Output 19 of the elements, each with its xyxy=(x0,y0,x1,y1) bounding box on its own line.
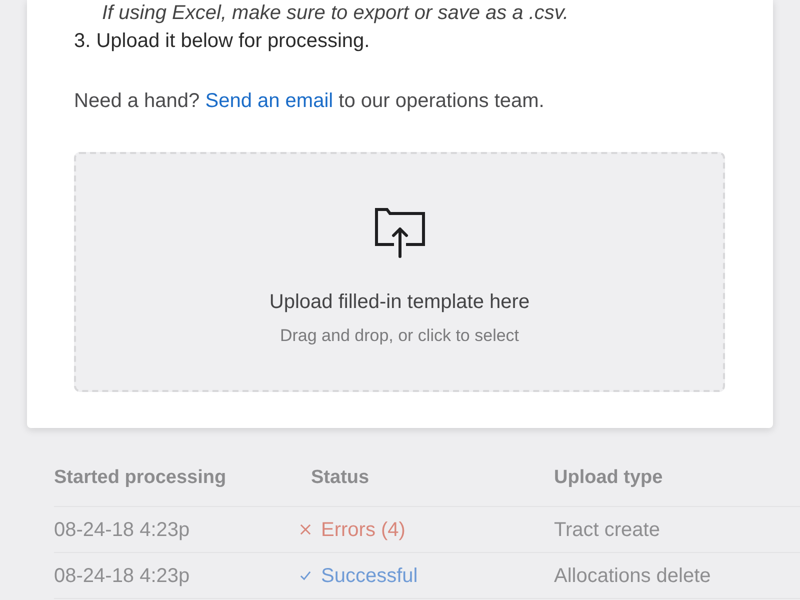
dropzone-hint: Drag and drop, or click to select xyxy=(280,325,520,347)
column-header: Status xyxy=(311,466,370,490)
check-icon xyxy=(300,570,311,581)
help-text: Need a hand? Send an email to our operations team. xyxy=(74,89,546,114)
folder-upload-icon xyxy=(374,208,424,258)
upload-dropzone[interactable]: Upload filled-in template here Drag and drop, or click to select xyxy=(74,152,725,392)
cross-icon xyxy=(300,524,311,535)
column-header: Upload type xyxy=(554,466,663,490)
column-header: Started processing xyxy=(54,466,226,490)
table-cell: 08-24-18 4:23p xyxy=(54,564,190,588)
instruction-note: If using Excel, make sure to export or save as a .csv. xyxy=(101,1,570,26)
dropzone-title: Upload filled-in template here xyxy=(269,290,530,315)
instruction-step: 3. Upload it below for processing. xyxy=(74,26,725,56)
email-link[interactable]: Send an email xyxy=(205,90,334,112)
table-cell: 08-24-18 4:23p xyxy=(54,518,190,542)
table-cell: Allocations delete xyxy=(554,564,711,588)
status-label: Errors (4) xyxy=(321,518,406,542)
table-cell: Tract create xyxy=(554,518,660,542)
status-label: Successful xyxy=(321,564,418,588)
